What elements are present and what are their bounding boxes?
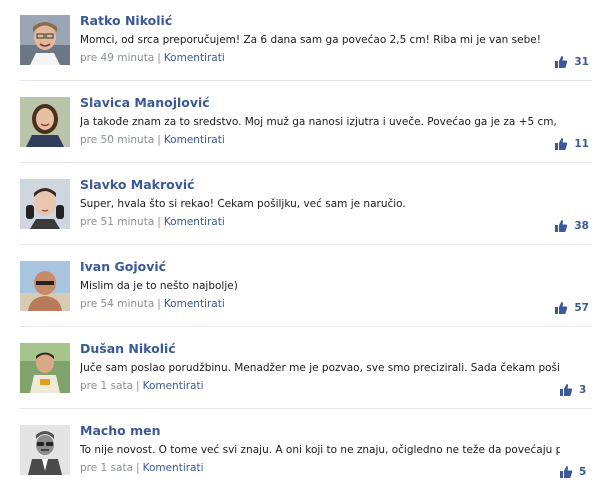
- comment-time: pre 1 sata: [80, 380, 134, 392]
- thumbs-up-icon: [560, 384, 573, 396]
- like-button[interactable]: 11: [554, 137, 589, 151]
- comment-meta: pre 1 sata | Komentirati: [80, 462, 204, 474]
- comment-feed: Ratko Nikolić Momci, od srca preporučuje…: [0, 0, 607, 487]
- divider: [20, 162, 592, 163]
- comment-item: Ratko Nikolić Momci, od srca preporučuje…: [0, 0, 607, 82]
- comment-author[interactable]: Dušan Nikolić: [80, 341, 176, 356]
- comment-meta: pre 51 minuta | Komentirati: [80, 216, 225, 228]
- thumbs-up-icon: [555, 56, 568, 68]
- comment-text: Super, hvala što si rekao! Čekam pošiljk…: [80, 198, 406, 210]
- like-button[interactable]: 3: [559, 383, 589, 397]
- comment-item: Ivan Gojović Mislim da je to nešto najbo…: [0, 246, 607, 328]
- like-count: 38: [574, 220, 589, 232]
- avatar[interactable]: [20, 179, 70, 229]
- comment-time: pre 54 minuta: [80, 298, 155, 310]
- comment-author[interactable]: Slavica Manojlović: [80, 95, 210, 110]
- thumbs-up-icon: [555, 220, 568, 232]
- meta-separator: |: [157, 134, 161, 146]
- comment-time: pre 1 sata: [80, 462, 134, 474]
- comment-author[interactable]: Ivan Gojović: [80, 259, 166, 274]
- like-button[interactable]: 5: [559, 465, 589, 479]
- divider: [20, 80, 592, 81]
- comment-item: Slavica Manojlović Ja takođe znam za to …: [0, 82, 607, 164]
- comment-text: Mislim da je to nešto najbolje): [80, 280, 238, 292]
- avatar-photo: [20, 343, 70, 393]
- avatar-photo: [20, 179, 70, 229]
- avatar-photo: [20, 97, 70, 147]
- avatar[interactable]: [20, 15, 70, 65]
- comment-author[interactable]: Slavko Makrović: [80, 177, 195, 192]
- reply-link[interactable]: Komentirati: [143, 462, 204, 474]
- avatar-photo: [20, 261, 70, 311]
- reply-link[interactable]: Komentirati: [164, 216, 225, 228]
- avatar[interactable]: [20, 261, 70, 311]
- like-count: 57: [574, 302, 589, 314]
- comment-text: Momci, od srca preporučujem! Za 6 dana s…: [80, 34, 541, 46]
- comment-item: Slavko Makrović Super, hvala što si reka…: [0, 164, 607, 246]
- comment-item: Macho men To nije novost. O tome već svi…: [0, 410, 607, 487]
- comment-meta: pre 49 minuta | Komentirati: [80, 52, 225, 64]
- divider: [20, 244, 592, 245]
- reply-link[interactable]: Komentirati: [164, 52, 225, 64]
- like-count: 5: [579, 466, 587, 478]
- comment-meta: pre 1 sata | Komentirati: [80, 380, 204, 392]
- comment-author[interactable]: Ratko Nikolić: [80, 13, 172, 28]
- comment-meta: pre 50 minuta | Komentirati: [80, 134, 225, 146]
- divider: [20, 326, 592, 327]
- avatar-photo: [20, 15, 70, 65]
- meta-separator: |: [157, 298, 161, 310]
- meta-separator: |: [136, 462, 140, 474]
- comment-meta: pre 54 minuta | Komentirati: [80, 298, 225, 310]
- avatar-photo: [20, 425, 70, 475]
- reply-link[interactable]: Komentirati: [164, 134, 225, 146]
- comment-item: Dušan Nikolić Juče sam poslao porudžbinu…: [0, 328, 607, 410]
- avatar[interactable]: [20, 343, 70, 393]
- comment-time: pre 50 minuta: [80, 134, 155, 146]
- like-count: 31: [574, 56, 589, 68]
- comment-time: pre 49 minuta: [80, 52, 155, 64]
- like-button[interactable]: 38: [554, 219, 589, 233]
- avatar[interactable]: [20, 97, 70, 147]
- thumbs-up-icon: [560, 466, 573, 478]
- like-count: 11: [574, 138, 589, 150]
- like-count: 3: [579, 384, 587, 396]
- comment-time: pre 51 minuta: [80, 216, 155, 228]
- comment-text: To nije novost. O tome već svi znaju. A …: [80, 444, 560, 456]
- divider: [20, 408, 592, 409]
- reply-link[interactable]: Komentirati: [164, 298, 225, 310]
- meta-separator: |: [157, 216, 161, 228]
- like-button[interactable]: 57: [554, 301, 589, 315]
- avatar[interactable]: [20, 425, 70, 475]
- meta-separator: |: [157, 52, 161, 64]
- comment-author[interactable]: Macho men: [80, 423, 161, 438]
- thumbs-up-icon: [555, 302, 568, 314]
- thumbs-up-icon: [555, 138, 568, 150]
- reply-link[interactable]: Komentirati: [143, 380, 204, 392]
- meta-separator: |: [136, 380, 140, 392]
- like-button[interactable]: 31: [554, 55, 589, 69]
- comment-text: Juče sam poslao porudžbinu. Menadžer me …: [80, 362, 560, 374]
- comment-text: Ja takođe znam za to sredstvo. Moj muž g…: [80, 116, 560, 128]
